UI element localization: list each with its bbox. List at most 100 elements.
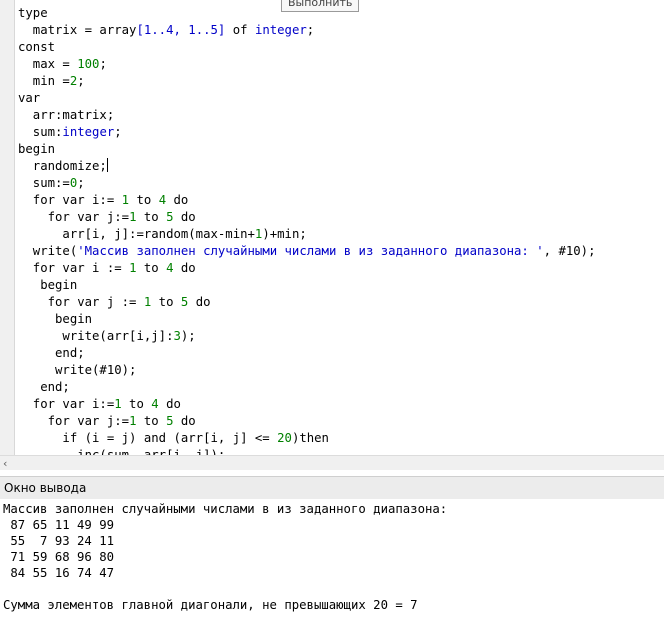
- code-line[interactable]: begin: [18, 277, 595, 294]
- code-token: const: [18, 40, 56, 54]
- code-token: )then: [291, 431, 329, 445]
- code-line[interactable]: for var j:=1 to 5 do: [18, 413, 595, 430]
- code-token: for var i :=: [18, 261, 130, 275]
- code-token: , #10);: [543, 244, 596, 258]
- code-token: type: [18, 6, 48, 20]
- code-editor[interactable]: type matrix = array[1..4, 1..5] of integ…: [0, 0, 664, 455]
- code-token: );: [180, 329, 196, 343]
- code-token: begin: [18, 278, 78, 292]
- code-token: arr[i, j]:=random(max-min+: [18, 227, 255, 241]
- output-window-header: Окно вывода: [0, 476, 664, 500]
- code-line[interactable]: inc(sum, arr[i, j]);: [18, 447, 595, 455]
- code-token: to: [129, 193, 159, 207]
- code-text[interactable]: type matrix = array[1..4, 1..5] of integ…: [18, 5, 595, 455]
- code-line[interactable]: end;: [18, 379, 595, 396]
- horizontal-scrollbar[interactable]: ‹: [0, 455, 664, 471]
- output-window-title: Окно вывода: [4, 481, 87, 495]
- code-line[interactable]: for var i := 1 to 4 do: [18, 260, 595, 277]
- code-token: do: [173, 414, 196, 428]
- output-line: Массив заполнен случайными числами в из …: [3, 502, 448, 516]
- output-line: 87 65 11 49 99: [3, 518, 115, 532]
- code-token: to: [121, 397, 152, 411]
- code-token: var: [18, 91, 41, 105]
- code-line[interactable]: arr:matrix;: [18, 107, 595, 124]
- code-line[interactable]: write(#10);: [18, 362, 595, 379]
- output-line: 84 55 16 74 47: [3, 566, 115, 580]
- code-token: )+min;: [262, 227, 307, 241]
- output-line: 71 59 68 96 80: [3, 550, 115, 564]
- code-line[interactable]: write('Массив заполнен случайными числам…: [18, 243, 596, 260]
- code-token: 1: [114, 397, 122, 411]
- code-token: begin: [18, 142, 56, 156]
- output-text: Массив заполнен случайными числами в из …: [3, 501, 447, 613]
- code-token: for var i:=: [18, 193, 122, 207]
- code-token: to: [136, 261, 167, 275]
- code-token: to: [151, 295, 181, 309]
- code-line[interactable]: for var i:= 1 to 4 do: [18, 192, 595, 209]
- code-token: end;: [18, 380, 70, 394]
- code-token: for var j :=: [18, 295, 144, 309]
- run-tooltip: Выполнить: [281, 0, 360, 12]
- code-token: integer: [62, 125, 115, 139]
- code-token: 4: [166, 261, 174, 275]
- code-line[interactable]: randomize;: [18, 158, 595, 175]
- code-line[interactable]: matrix = array[1..4, 1..5] of integer;: [18, 22, 595, 39]
- code-token: matrix = array: [18, 23, 137, 37]
- code-line[interactable]: sum:=0;: [18, 175, 595, 192]
- code-line[interactable]: var: [18, 90, 595, 107]
- code-token: 100: [77, 57, 100, 71]
- output-window[interactable]: Массив заполнен случайными числами в из …: [0, 499, 664, 617]
- code-token: arr:matrix;: [18, 108, 115, 122]
- code-token: to: [136, 210, 167, 224]
- code-line[interactable]: const: [18, 39, 595, 56]
- code-line[interactable]: begin: [18, 311, 595, 328]
- code-line[interactable]: min =2;: [18, 73, 595, 90]
- code-token: sum:: [18, 125, 63, 139]
- code-token: for var i:=: [18, 397, 115, 411]
- code-line[interactable]: for var j := 1 to 5 do: [18, 294, 595, 311]
- code-token: write(arr[i,j]:: [18, 329, 174, 343]
- output-line: 55 7 93 24 11: [3, 534, 115, 548]
- code-token: do: [166, 193, 189, 207]
- code-token: begin: [18, 312, 93, 326]
- code-token: min =: [18, 74, 70, 88]
- code-token: max =: [18, 57, 78, 71]
- code-line[interactable]: write(arr[i,j]:3);: [18, 328, 595, 345]
- code-token: ;: [114, 125, 122, 139]
- code-token: write(: [18, 244, 78, 258]
- code-token: do: [188, 295, 211, 309]
- code-token: do: [158, 397, 181, 411]
- code-token: 3: [173, 329, 181, 343]
- code-token: 5: [166, 414, 174, 428]
- code-token: ;: [99, 57, 107, 71]
- code-token: [1..4, 1..5]: [136, 23, 226, 37]
- code-line[interactable]: max = 100;: [18, 56, 595, 73]
- text-cursor: [106, 158, 108, 172]
- code-token: for var j:=: [18, 210, 130, 224]
- code-token: ;: [77, 176, 85, 190]
- code-token: randomize;: [18, 159, 107, 173]
- code-line[interactable]: sum:integer;: [18, 124, 595, 141]
- code-token: write(#10);: [18, 363, 137, 377]
- code-token: do: [173, 210, 196, 224]
- code-line[interactable]: begin: [18, 141, 595, 158]
- code-token: 1: [121, 193, 130, 207]
- code-token: integer: [254, 23, 307, 37]
- code-line[interactable]: for var i:=1 to 4 do: [18, 396, 595, 413]
- scroll-left-icon[interactable]: ‹: [3, 457, 7, 470]
- code-token: ;: [306, 23, 315, 37]
- code-token: 20: [277, 431, 292, 445]
- editor-gutter: [0, 0, 15, 455]
- code-token: for var j:=: [18, 414, 130, 428]
- code-token: 5: [166, 210, 174, 224]
- code-token: to: [136, 414, 167, 428]
- code-line[interactable]: end;: [18, 345, 595, 362]
- code-line[interactable]: arr[i, j]:=random(max-min+1)+min;: [18, 226, 595, 243]
- code-line[interactable]: if (i = j) and (arr[i, j] <= 20)then: [18, 430, 595, 447]
- code-line[interactable]: for var j:=1 to 5 do: [18, 209, 595, 226]
- code-token: sum:=: [18, 176, 70, 190]
- code-token: if (i = j) and (arr[i, j] <=: [18, 431, 278, 445]
- code-token: ;: [77, 74, 85, 88]
- code-token: 'Массив заполнен случайными числами в из…: [77, 244, 544, 258]
